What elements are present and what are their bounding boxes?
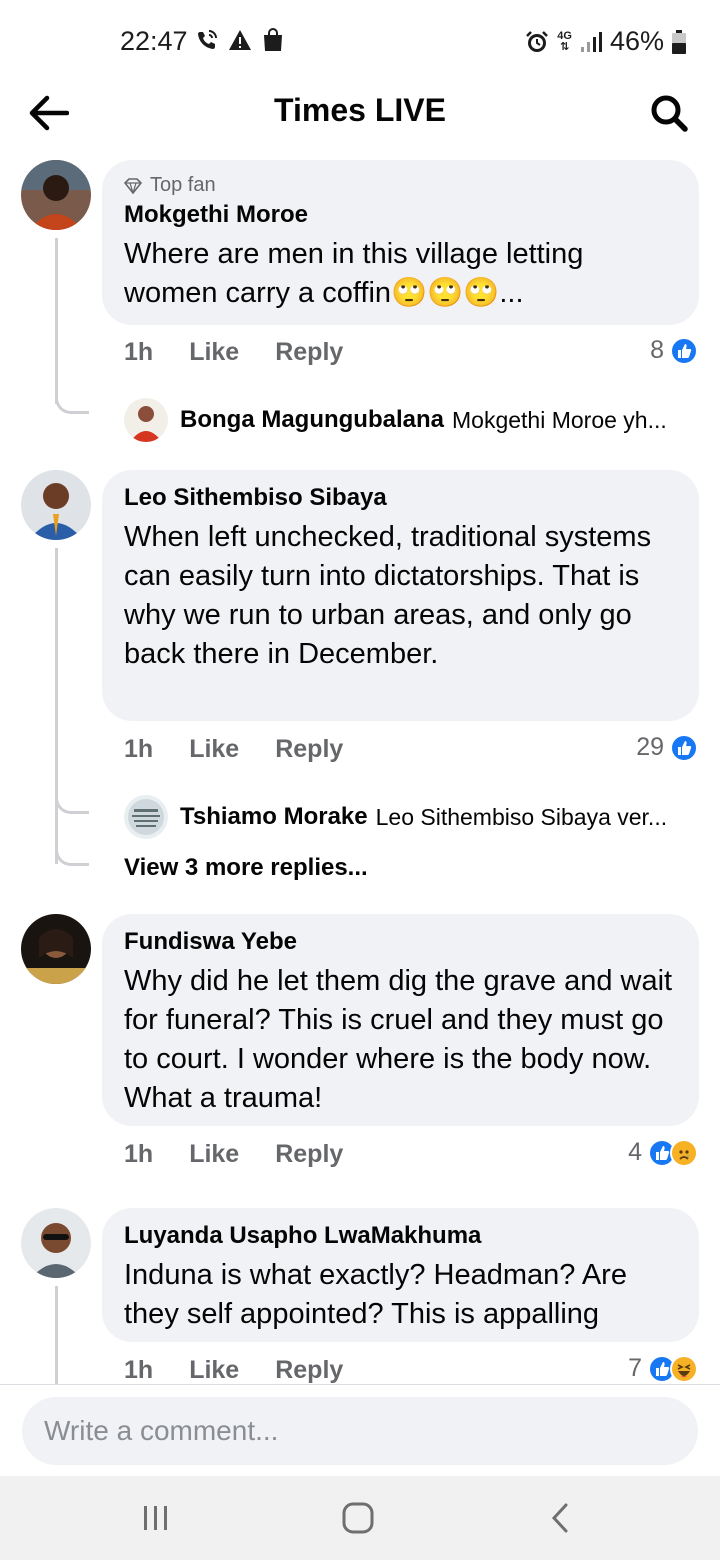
- comment-time: 1h: [124, 338, 154, 366]
- reply-button[interactable]: Reply: [275, 1356, 343, 1384]
- reaction-summary[interactable]: 29: [636, 733, 698, 762]
- reply-preview[interactable]: Bonga Magungubalana Mokgethi Moroe yh...: [124, 398, 667, 442]
- reply-author: Bonga Magungubalana: [180, 406, 444, 433]
- signal-icon: [580, 31, 602, 52]
- like-button[interactable]: Like: [189, 1140, 239, 1169]
- avatar[interactable]: [21, 914, 91, 984]
- comment-actions: 1h Like Reply: [124, 735, 343, 764]
- diamond-icon: [124, 177, 142, 194]
- comment-time: 1h: [124, 1140, 154, 1168]
- like-button[interactable]: Like: [189, 735, 239, 764]
- page-title: Times LIVE: [274, 92, 446, 128]
- comment-actions: 1h Like Reply: [124, 1140, 343, 1169]
- battery-icon: [672, 29, 686, 54]
- status-bar: 22:47 4G ⇅ 46%: [0, 0, 720, 80]
- reply-button[interactable]: Reply: [275, 338, 343, 367]
- reply-avatar: [124, 795, 168, 839]
- comment-author[interactable]: Fundiswa Yebe: [124, 928, 677, 956]
- home-icon: [342, 1502, 374, 1534]
- comment-actions: 1h Like Reply: [124, 1356, 343, 1384]
- comment-bubble: Top fan Mokgethi Moroe Where are men in …: [102, 160, 699, 325]
- comment-author[interactable]: Luyanda Usapho LwaMakhuma: [124, 1222, 677, 1250]
- comment-time: 1h: [124, 735, 154, 763]
- reaction-summary[interactable]: 4: [628, 1138, 698, 1167]
- like-button[interactable]: Like: [189, 1356, 239, 1384]
- reaction-summary[interactable]: 8: [650, 336, 698, 365]
- chevron-left-icon: [551, 1503, 568, 1533]
- reply-button[interactable]: Reply: [275, 735, 343, 764]
- comment-author[interactable]: Mokgethi Moroe: [124, 201, 677, 229]
- status-time: 22:47: [120, 26, 188, 56]
- comment-composer: [0, 1384, 720, 1476]
- comment-actions: 1h Like Reply: [124, 338, 343, 367]
- home-button[interactable]: [328, 1496, 388, 1540]
- like-button[interactable]: Like: [189, 338, 239, 367]
- reply-author: Tshiamo Morake: [180, 803, 368, 830]
- recent-apps-button[interactable]: [126, 1496, 186, 1540]
- view-more-replies-link[interactable]: View 3 more replies...: [124, 854, 368, 882]
- shopping-bag-icon: [264, 28, 282, 51]
- system-back-button[interactable]: [530, 1496, 590, 1540]
- avatar[interactable]: [21, 160, 91, 230]
- network-type: 4G ⇅: [557, 29, 572, 53]
- like-reaction-icon: [670, 733, 698, 762]
- comment-bubble: Luyanda Usapho LwaMakhuma Induna is what…: [102, 1208, 699, 1342]
- comment-text: Where are men in this village letting wo…: [124, 238, 584, 309]
- search-icon: [651, 95, 688, 132]
- comment-bubble: Fundiswa Yebe Why did he let them dig th…: [102, 914, 699, 1126]
- reaction-summary[interactable]: 7: [628, 1354, 698, 1383]
- avatar[interactable]: [21, 1208, 91, 1278]
- comment-author[interactable]: Leo Sithembiso Sibaya: [124, 484, 677, 512]
- sad-reaction-icon: [670, 1138, 698, 1167]
- comment-text: When left unchecked, traditional systems…: [124, 521, 652, 670]
- warning-icon: [229, 30, 251, 50]
- top-app-bar: Times LIVE: [0, 80, 720, 144]
- comment-bubble: Leo Sithembiso Sibaya When left unchecke…: [102, 470, 699, 721]
- comments-list: Top fan Mokgethi Moroe Where are men in …: [0, 150, 720, 1384]
- reply-preview[interactable]: Tshiamo Morake Leo Sithembiso Sibaya ver…: [124, 795, 667, 839]
- reply-button[interactable]: Reply: [275, 1140, 343, 1169]
- like-reaction-icon: [670, 336, 698, 365]
- top-fan-badge: Top fan: [124, 174, 677, 197]
- reply-snippet: Leo Sithembiso Sibaya ver...: [375, 803, 668, 830]
- system-nav-bar: [0, 1476, 720, 1560]
- comment-time: 1h: [124, 1356, 154, 1384]
- comment-text: Induna is what exactly? Headman? Are the…: [124, 1259, 627, 1330]
- reply-avatar: [124, 398, 168, 442]
- avatar[interactable]: [21, 470, 91, 540]
- comment-input[interactable]: [22, 1397, 698, 1465]
- wifi-call-icon: [198, 30, 217, 49]
- reply-snippet: Mokgethi Moroe yh...: [452, 406, 667, 433]
- haha-reaction-icon: [670, 1354, 698, 1383]
- comment-text: Why did he let them dig the grave and wa…: [124, 965, 673, 1114]
- alarm-icon: [526, 30, 549, 52]
- battery-percent: 46%: [609, 26, 664, 56]
- search-button[interactable]: [646, 90, 692, 136]
- recent-apps-icon: [144, 1506, 167, 1530]
